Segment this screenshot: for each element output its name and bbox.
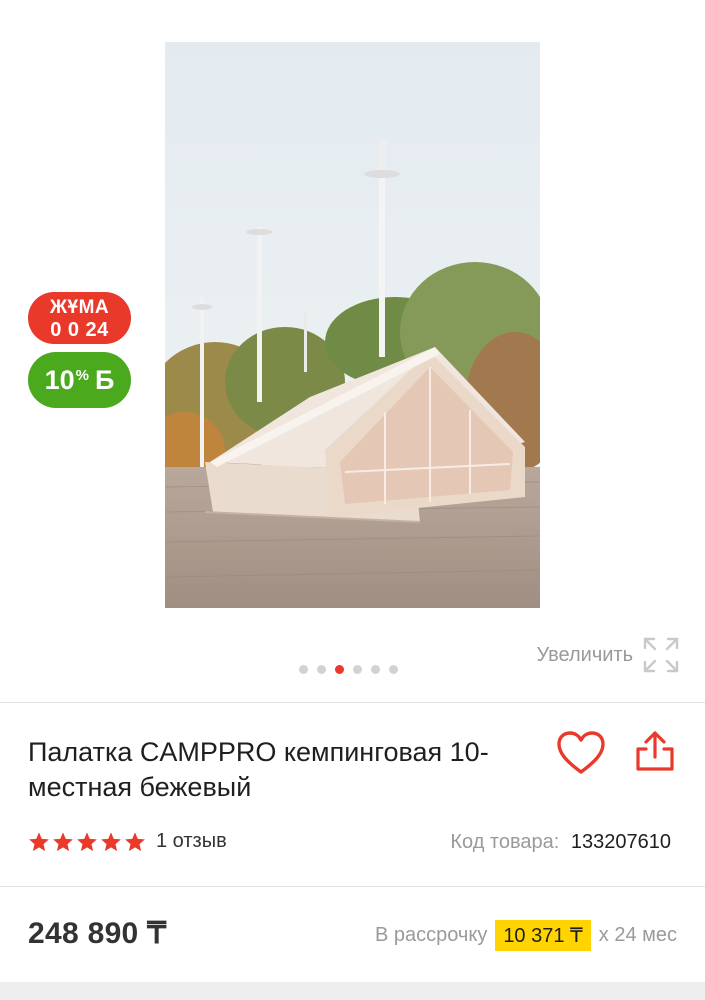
friday-sale-badge: ЖҰМА 0 0 24: [28, 292, 131, 344]
gallery-dot[interactable]: [317, 665, 326, 674]
heart-icon: [557, 731, 605, 774]
gallery-dot[interactable]: [371, 665, 380, 674]
installment-info[interactable]: В рассрочку 10 371 ₸ х 24 мес: [375, 920, 677, 951]
installment-term: х 24 мес: [598, 924, 677, 946]
sku-label: Код товара:: [450, 831, 560, 853]
gallery-dot-active[interactable]: [335, 665, 344, 674]
zoom-label: Увеличить: [536, 643, 633, 666]
gallery-dot[interactable]: [389, 665, 398, 674]
bonus-badge: 10 % Б: [28, 352, 131, 408]
star-icon: [77, 831, 97, 851]
tent-image: [165, 42, 540, 608]
section-divider: [0, 886, 705, 887]
bonus-percent-symbol: %: [75, 366, 89, 384]
friday-sale-label: ЖҰМА: [49, 297, 110, 318]
installment-amount: 10 371 ₸: [495, 920, 591, 951]
sku-value: 133207610: [570, 831, 671, 853]
product-photo[interactable]: [165, 42, 540, 608]
expand-icon: [643, 637, 679, 673]
gallery-dot[interactable]: [299, 665, 308, 674]
gallery-dot[interactable]: [353, 665, 362, 674]
product-sku: Код товара: 133207610: [450, 831, 671, 854]
product-rating[interactable]: 1 отзыв: [28, 830, 227, 853]
star-icon: [29, 831, 49, 851]
zoom-button[interactable]: Увеличить: [537, 637, 679, 673]
star-icon: [53, 831, 73, 851]
installment-label: В рассрочку: [374, 924, 488, 946]
bonus-percent: 10: [44, 364, 75, 395]
product-gallery[interactable]: ЖҰМА 0 0 24 10 % Б Увеличить: [0, 0, 705, 702]
share-button[interactable]: [633, 729, 677, 773]
rating-stars: [28, 831, 146, 853]
share-icon: [636, 731, 674, 771]
reviews-link[interactable]: 1 отзыв: [156, 830, 227, 853]
star-icon: [101, 831, 121, 851]
bottom-strip: [0, 982, 705, 1000]
bonus-currency: Б: [94, 364, 115, 395]
product-title: Палатка CAMPPRO кемпинговая 10-местная б…: [28, 737, 489, 802]
section-divider: [0, 702, 705, 703]
favorite-button[interactable]: [556, 730, 606, 776]
star-icon: [125, 831, 145, 851]
friday-sale-timer: 0 0 24: [50, 319, 109, 341]
product-price: 248 890 ₸: [28, 917, 167, 950]
gallery-pagination: [299, 665, 398, 674]
